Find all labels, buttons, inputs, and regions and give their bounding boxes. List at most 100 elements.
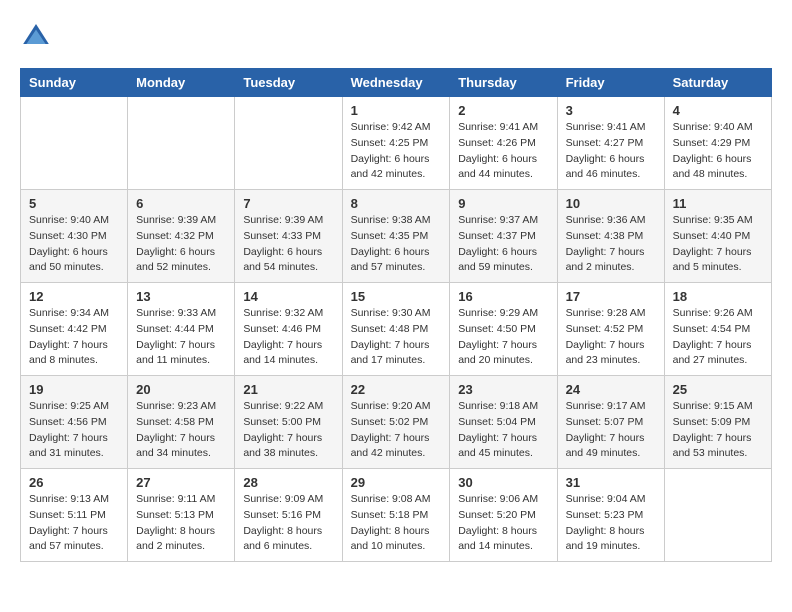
calendar-cell: 12 Sunrise: 9:34 AM Sunset: 4:42 PM Dayli… (21, 283, 128, 376)
day-number: 12 (29, 289, 119, 304)
day-number: 6 (136, 196, 226, 211)
day-info: Sunrise: 9:36 AM Sunset: 4:38 PM Dayligh… (566, 213, 656, 276)
calendar-cell: 19 Sunrise: 9:25 AM Sunset: 4:56 PM Dayli… (21, 376, 128, 469)
day-info: Sunrise: 9:25 AM Sunset: 4:56 PM Dayligh… (29, 399, 119, 462)
week-row-2: 5 Sunrise: 9:40 AM Sunset: 4:30 PM Daylig… (21, 190, 772, 283)
weekday-header-thursday: Thursday (450, 69, 557, 97)
day-info: Sunrise: 9:37 AM Sunset: 4:37 PM Dayligh… (458, 213, 548, 276)
calendar-cell: 17 Sunrise: 9:28 AM Sunset: 4:52 PM Dayli… (557, 283, 664, 376)
calendar-cell (128, 97, 235, 190)
day-number: 2 (458, 103, 548, 118)
day-number: 30 (458, 475, 548, 490)
calendar-cell: 28Sunrise: 9:09 AM Sunset: 5:16 PM Dayli… (235, 469, 342, 562)
day-info: Sunrise: 9:15 AM Sunset: 5:09 PM Dayligh… (673, 399, 763, 462)
day-info: Sunrise: 9:33 AM Sunset: 4:44 PM Dayligh… (136, 306, 226, 369)
day-info: Sunrise: 9:40 AM Sunset: 4:29 PM Dayligh… (673, 120, 763, 183)
day-number: 16 (458, 289, 548, 304)
day-number: 22 (351, 382, 442, 397)
calendar-cell: 10 Sunrise: 9:36 AM Sunset: 4:38 PM Dayli… (557, 190, 664, 283)
day-number: 19 (29, 382, 119, 397)
day-number: 10 (566, 196, 656, 211)
week-row-4: 19 Sunrise: 9:25 AM Sunset: 4:56 PM Dayli… (21, 376, 772, 469)
day-info: Sunrise: 9:17 AM Sunset: 5:07 PM Dayligh… (566, 399, 656, 462)
calendar-cell: 13 Sunrise: 9:33 AM Sunset: 4:44 PM Dayli… (128, 283, 235, 376)
calendar-cell: 2 Sunrise: 9:41 AM Sunset: 4:26 PM Daylig… (450, 97, 557, 190)
day-number: 17 (566, 289, 656, 304)
day-number: 26 (29, 475, 119, 490)
day-number: 11 (673, 196, 763, 211)
page-header (20, 20, 772, 52)
day-number: 7 (243, 196, 333, 211)
day-number: 21 (243, 382, 333, 397)
day-info: Sunrise: 9:41 AM Sunset: 4:26 PM Dayligh… (458, 120, 548, 183)
day-info: Sunrise: 9:04 AM Sunset: 5:23 PM Dayligh… (566, 492, 656, 555)
day-info: Sunrise: 9:35 AM Sunset: 4:40 PM Dayligh… (673, 213, 763, 276)
calendar-cell (21, 97, 128, 190)
calendar-cell: 20 Sunrise: 9:23 AM Sunset: 4:58 PM Dayli… (128, 376, 235, 469)
day-info: Sunrise: 9:39 AM Sunset: 4:32 PM Dayligh… (136, 213, 226, 276)
day-number: 4 (673, 103, 763, 118)
day-number: 23 (458, 382, 548, 397)
day-number: 8 (351, 196, 442, 211)
calendar-cell: 4 Sunrise: 9:40 AM Sunset: 4:29 PM Daylig… (664, 97, 771, 190)
day-number: 18 (673, 289, 763, 304)
day-number: 29 (351, 475, 442, 490)
day-info: Sunrise: 9:38 AM Sunset: 4:35 PM Dayligh… (351, 213, 442, 276)
calendar-cell: 9 Sunrise: 9:37 AM Sunset: 4:37 PM Daylig… (450, 190, 557, 283)
calendar-cell: 29Sunrise: 9:08 AM Sunset: 5:18 PM Dayli… (342, 469, 450, 562)
calendar-cell: 11 Sunrise: 9:35 AM Sunset: 4:40 PM Dayli… (664, 190, 771, 283)
day-number: 20 (136, 382, 226, 397)
calendar-cell: 26Sunrise: 9:13 AM Sunset: 5:11 PM Dayli… (21, 469, 128, 562)
day-info: Sunrise: 9:40 AM Sunset: 4:30 PM Dayligh… (29, 213, 119, 276)
calendar-cell: 31 Sunrise: 9:04 AM Sunset: 5:23 PM Dayli… (557, 469, 664, 562)
day-info: Sunrise: 9:39 AM Sunset: 4:33 PM Dayligh… (243, 213, 333, 276)
day-number: 24 (566, 382, 656, 397)
day-info: Sunrise: 9:28 AM Sunset: 4:52 PM Dayligh… (566, 306, 656, 369)
logo (20, 20, 56, 52)
weekday-header-friday: Friday (557, 69, 664, 97)
day-info: Sunrise: 9:29 AM Sunset: 4:50 PM Dayligh… (458, 306, 548, 369)
day-number: 5 (29, 196, 119, 211)
calendar-cell: 27Sunrise: 9:11 AM Sunset: 5:13 PM Dayli… (128, 469, 235, 562)
day-number: 25 (673, 382, 763, 397)
calendar-cell: 6 Sunrise: 9:39 AM Sunset: 4:32 PM Daylig… (128, 190, 235, 283)
calendar-cell: 3 Sunrise: 9:41 AM Sunset: 4:27 PM Daylig… (557, 97, 664, 190)
calendar-cell: 24 Sunrise: 9:17 AM Sunset: 5:07 PM Dayli… (557, 376, 664, 469)
calendar-table: SundayMondayTuesdayWednesdayThursdayFrid… (20, 68, 772, 562)
logo-icon (20, 20, 52, 52)
weekday-header-row: SundayMondayTuesdayWednesdayThursdayFrid… (21, 69, 772, 97)
calendar-cell: 22Sunrise: 9:20 AM Sunset: 5:02 PM Dayli… (342, 376, 450, 469)
day-number: 28 (243, 475, 333, 490)
day-info: Sunrise: 9:23 AM Sunset: 4:58 PM Dayligh… (136, 399, 226, 462)
calendar-cell: 15 Sunrise: 9:30 AM Sunset: 4:48 PM Dayli… (342, 283, 450, 376)
day-number: 9 (458, 196, 548, 211)
day-info: Sunrise: 9:42 AM Sunset: 4:25 PM Dayligh… (351, 120, 442, 183)
week-row-3: 12 Sunrise: 9:34 AM Sunset: 4:42 PM Dayli… (21, 283, 772, 376)
day-info: Sunrise: 9:41 AM Sunset: 4:27 PM Dayligh… (566, 120, 656, 183)
day-info: Sunrise: 9:30 AM Sunset: 4:48 PM Dayligh… (351, 306, 442, 369)
day-info: Sunrise: 9:18 AM Sunset: 5:04 PM Dayligh… (458, 399, 548, 462)
day-number: 15 (351, 289, 442, 304)
calendar-cell: 14Sunrise: 9:32 AM Sunset: 4:46 PM Dayli… (235, 283, 342, 376)
calendar-cell: 21Sunrise: 9:22 AM Sunset: 5:00 PM Dayli… (235, 376, 342, 469)
day-info: Sunrise: 9:26 AM Sunset: 4:54 PM Dayligh… (673, 306, 763, 369)
day-number: 1 (351, 103, 442, 118)
calendar-cell: 23 Sunrise: 9:18 AM Sunset: 5:04 PM Dayli… (450, 376, 557, 469)
calendar-cell: 18 Sunrise: 9:26 AM Sunset: 4:54 PM Dayli… (664, 283, 771, 376)
day-number: 13 (136, 289, 226, 304)
calendar-cell: 25 Sunrise: 9:15 AM Sunset: 5:09 PM Dayli… (664, 376, 771, 469)
day-number: 27 (136, 475, 226, 490)
calendar-cell: 5 Sunrise: 9:40 AM Sunset: 4:30 PM Daylig… (21, 190, 128, 283)
week-row-1: 1 Sunrise: 9:42 AM Sunset: 4:25 PM Daylig… (21, 97, 772, 190)
calendar-cell: 8 Sunrise: 9:38 AM Sunset: 4:35 PM Daylig… (342, 190, 450, 283)
calendar-cell: 1 Sunrise: 9:42 AM Sunset: 4:25 PM Daylig… (342, 97, 450, 190)
weekday-header-saturday: Saturday (664, 69, 771, 97)
day-number: 3 (566, 103, 656, 118)
weekday-header-sunday: Sunday (21, 69, 128, 97)
calendar-cell: 7 Sunrise: 9:39 AM Sunset: 4:33 PM Daylig… (235, 190, 342, 283)
day-info: Sunrise: 9:06 AM Sunset: 5:20 PM Dayligh… (458, 492, 548, 555)
day-number: 31 (566, 475, 656, 490)
day-info: Sunrise: 9:34 AM Sunset: 4:42 PM Dayligh… (29, 306, 119, 369)
calendar-cell: 16 Sunrise: 9:29 AM Sunset: 4:50 PM Dayli… (450, 283, 557, 376)
weekday-header-tuesday: Tuesday (235, 69, 342, 97)
